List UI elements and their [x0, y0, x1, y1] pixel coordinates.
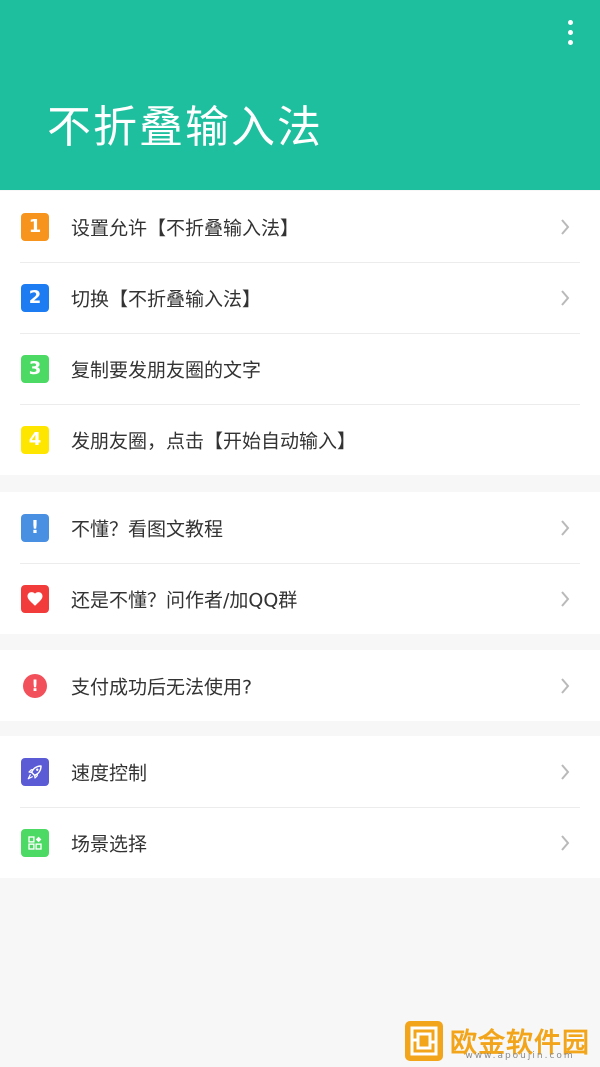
exclamation-icon: !: [21, 513, 49, 542]
tutorial-label: 不懂？看图文教程: [71, 518, 224, 540]
step-3-badge-icon: 3: [21, 354, 49, 383]
watermark-logo-icon: [405, 1021, 443, 1061]
step-4-post-moments: 4 发朋友圈，点击【开始自动输入】: [0, 404, 600, 475]
chevron-right-icon: [561, 519, 570, 536]
scene-select-label: 场景选择: [71, 833, 148, 855]
contact-author-label: 还是不懂？问作者/加QQ群: [71, 589, 298, 611]
watermark-url: www.apoujin.com: [465, 1051, 575, 1061]
chevron-right-icon: [561, 218, 570, 235]
tools-group: 速度控制 场景选择: [0, 736, 600, 878]
chevron-right-icon: [561, 289, 570, 306]
more-vert-icon[interactable]: [564, 20, 578, 46]
help-group: ! 不懂？看图文教程 还是不懂？问作者/加QQ群: [0, 492, 600, 634]
payment-issue-item[interactable]: ! 支付成功后无法使用?: [0, 650, 600, 721]
contact-author-item[interactable]: 还是不懂？问作者/加QQ群: [0, 563, 600, 634]
scene-grid-icon: [21, 828, 49, 857]
chevron-right-icon: [561, 763, 570, 780]
speed-control-label: 速度控制: [71, 762, 148, 784]
app-title: 不折叠输入法: [47, 102, 323, 153]
step-1-label: 设置允许【不折叠输入法】: [71, 217, 300, 239]
chevron-right-icon: [561, 834, 570, 851]
setup-steps-group: 1 设置允许【不折叠输入法】 2 切换【不折叠输入法】 3 复制要发朋友圈的文字…: [0, 191, 600, 475]
step-2-switch-ime[interactable]: 2 切换【不折叠输入法】: [0, 262, 600, 333]
step-3-copy-text: 3 复制要发朋友圈的文字: [0, 333, 600, 404]
step-1-enable-ime[interactable]: 1 设置允许【不折叠输入法】: [0, 191, 600, 262]
payment-issue-label: 支付成功后无法使用?: [71, 676, 253, 698]
speed-control-item[interactable]: 速度控制: [0, 736, 600, 807]
alert-circle-icon: !: [23, 673, 47, 698]
app-header: 不折叠输入法: [0, 0, 600, 190]
step-1-badge-icon: 1: [21, 212, 49, 241]
tutorial-item[interactable]: ! 不懂？看图文教程: [0, 492, 600, 563]
watermark: 欧金软件园 www.apoujin.com: [404, 1020, 594, 1062]
step-2-badge-icon: 2: [21, 283, 49, 312]
chevron-right-icon: [561, 590, 570, 607]
heart-icon: [21, 584, 49, 613]
step-4-label: 发朋友圈，点击【开始自动输入】: [71, 430, 357, 452]
payment-group: ! 支付成功后无法使用?: [0, 650, 600, 721]
step-4-badge-icon: 4: [21, 425, 49, 454]
chevron-right-icon: [561, 677, 570, 694]
step-3-label: 复制要发朋友圈的文字: [71, 359, 262, 381]
scene-select-item[interactable]: 场景选择: [0, 807, 600, 878]
rocket-icon: [21, 757, 49, 786]
step-2-label: 切换【不折叠输入法】: [71, 288, 262, 310]
